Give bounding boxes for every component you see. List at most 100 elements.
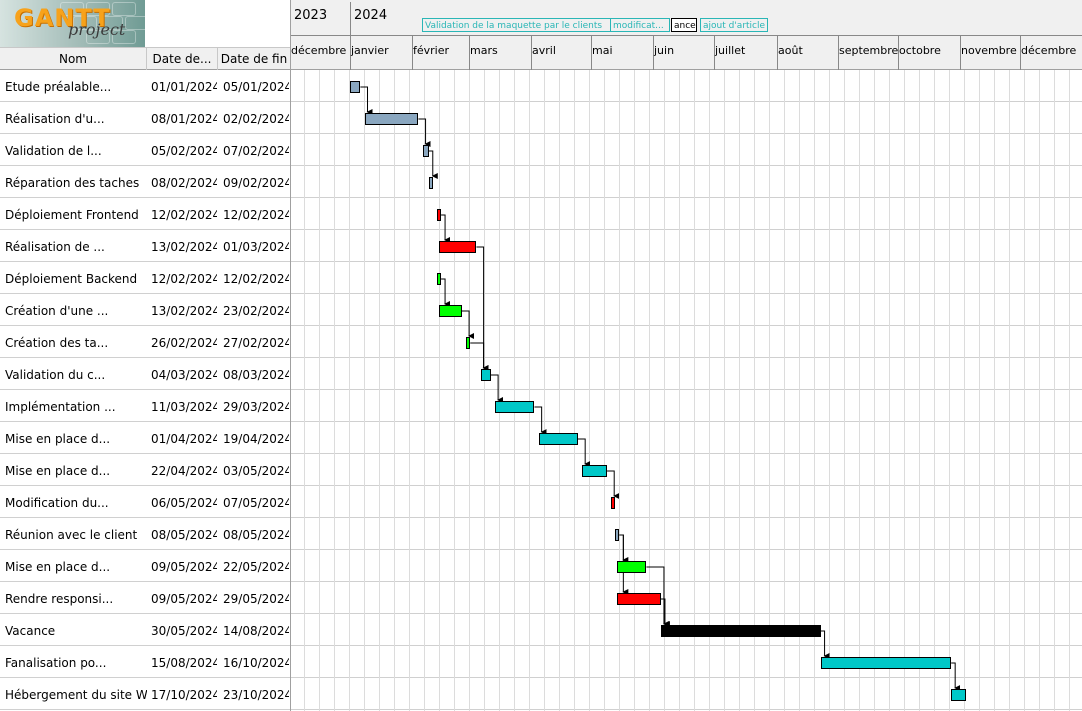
column-header-name[interactable]: Nom (0, 48, 147, 70)
task-end-date: 02/02/2024 (223, 112, 289, 126)
year-label: 2024 (354, 8, 388, 23)
task-bar[interactable] (466, 337, 471, 349)
task-start-date: 13/02/2024 (151, 304, 217, 318)
logo-project-text: project (68, 20, 126, 39)
task-end-date: 19/04/2024 (223, 432, 289, 446)
task-start-date: 12/02/2024 (151, 208, 217, 222)
month-label: décembre (1021, 44, 1077, 57)
task-start-date: 08/05/2024 (151, 528, 217, 542)
task-end-date: 27/02/2024 (223, 336, 289, 350)
task-bar[interactable] (951, 689, 966, 701)
task-end-date: 05/01/2024 (223, 80, 289, 94)
column-header-start-date[interactable]: Date de... (147, 48, 218, 70)
task-bar[interactable] (617, 593, 661, 605)
dependency-arrow (441, 214, 451, 243)
month-label: avril (532, 44, 556, 57)
dependency-arrow (441, 278, 451, 307)
task-start-date: 08/01/2024 (151, 112, 217, 126)
task-start-date: 01/04/2024 (151, 432, 217, 446)
task-name: Hébergement du site Web (5, 688, 147, 702)
milestone-label[interactable]: modificat... (610, 18, 670, 32)
year-label: 2023 (294, 8, 328, 23)
task-end-date: 12/02/2024 (223, 272, 289, 286)
task-name: Rendre responsi... (5, 592, 114, 606)
task-start-date: 15/08/2024 (151, 656, 217, 670)
task-bar[interactable] (439, 241, 477, 253)
task-table-header: Nom Date de... Date de fin (0, 47, 290, 70)
dependency-arrow (619, 534, 629, 563)
dependency-arrow (607, 470, 620, 499)
dependency-arrow (490, 374, 504, 403)
dependency-arrow (578, 438, 591, 467)
task-name: Validation du c... (5, 368, 106, 382)
task-end-date: 08/03/2024 (223, 368, 289, 382)
month-label: octobre (899, 44, 941, 57)
task-bar[interactable] (437, 273, 442, 285)
task-start-date: 01/01/2024 (151, 80, 217, 94)
month-label: août (778, 44, 803, 57)
gantt-chart-area[interactable] (290, 70, 1082, 711)
task-name: Réparation des taches (5, 176, 140, 190)
dependency-arrow (428, 150, 438, 179)
task-bar[interactable] (582, 465, 608, 477)
task-start-date: 17/10/2024 (151, 688, 217, 702)
task-end-date: 07/02/2024 (223, 144, 289, 158)
task-end-date: 23/10/2024 (223, 688, 289, 702)
task-end-date: 08/05/2024 (223, 528, 289, 542)
splitter[interactable] (290, 0, 291, 711)
task-name: Fanalisation po... (5, 656, 107, 670)
month-label: juin (654, 44, 675, 57)
task-end-date: 16/10/2024 (223, 656, 289, 670)
timeline-header: 2023 2024 décembre janvier février mars avril m… (290, 0, 1082, 70)
column-header-end-date[interactable]: Date de fin (218, 48, 290, 70)
milestone-label[interactable]: ajout d'article (700, 18, 768, 32)
dependency-arrow (418, 118, 431, 147)
month-label: novembre (961, 44, 1017, 57)
task-name: Implémentation ... (5, 400, 116, 414)
task-bar[interactable] (364, 113, 419, 125)
ganttproject-logo: GANTT project (0, 0, 145, 47)
task-bar[interactable] (350, 81, 361, 93)
task-start-date: 26/02/2024 (151, 336, 217, 350)
task-bar[interactable] (660, 625, 821, 637)
task-name: Etude préalable... (5, 80, 112, 94)
milestone-label[interactable]: ance (671, 18, 697, 32)
task-bar[interactable] (495, 401, 535, 413)
task-start-date: 09/05/2024 (151, 592, 217, 606)
task-name: Déploiement Frontend (5, 208, 139, 222)
task-name: Mise en place d... (5, 464, 111, 478)
task-bar[interactable] (480, 369, 491, 381)
dependency-arrow (461, 310, 475, 339)
month-label: mars (470, 44, 498, 57)
task-end-date: 23/02/2024 (223, 304, 289, 318)
task-start-date: 08/02/2024 (151, 176, 217, 190)
task-end-date: 14/08/2024 (223, 624, 289, 638)
task-name: Réalisation d'u... (5, 112, 105, 126)
dependency-arrow (534, 406, 547, 435)
task-start-date: 09/05/2024 (151, 560, 217, 574)
dependency-arrow (476, 246, 489, 371)
task-bar[interactable] (611, 497, 616, 509)
task-bar[interactable] (428, 177, 433, 189)
task-bar[interactable] (820, 657, 952, 669)
task-name: Déploiement Backend (5, 272, 138, 286)
month-label: mai (592, 44, 613, 57)
month-label: février (413, 44, 450, 57)
task-name: Mise en place d... (5, 560, 111, 574)
task-start-date: 04/03/2024 (151, 368, 217, 382)
task-name: Réunion avec le client (5, 528, 138, 542)
task-name: Création des ta... (5, 336, 109, 350)
task-name: Réalisation de ... (5, 240, 105, 254)
task-bar[interactable] (538, 433, 579, 445)
task-start-date: 13/02/2024 (151, 240, 217, 254)
month-label: janvier (351, 44, 389, 57)
task-start-date: 30/05/2024 (151, 624, 217, 638)
task-bar[interactable] (439, 305, 462, 317)
task-bar[interactable] (422, 145, 429, 157)
task-end-date: 29/03/2024 (223, 400, 289, 414)
task-bar[interactable] (617, 561, 647, 573)
task-bar[interactable] (615, 529, 620, 541)
milestone-label[interactable]: Validation de la maquette par le clients (422, 18, 612, 32)
task-name: Mise en place d... (5, 432, 111, 446)
task-bar[interactable] (437, 209, 442, 221)
